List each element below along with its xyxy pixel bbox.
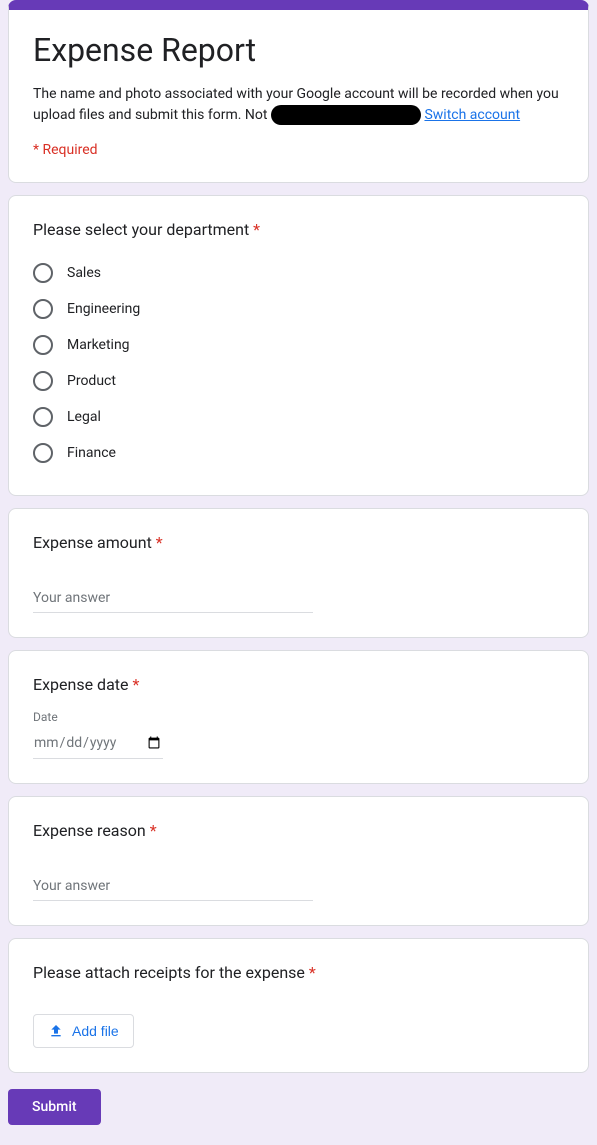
radio-icon: [33, 407, 53, 427]
radio-option-marketing[interactable]: Marketing: [33, 327, 564, 363]
radio-option-legal[interactable]: Legal: [33, 399, 564, 435]
radio-label: Product: [67, 373, 116, 389]
receipts-question-card: Please attach receipts for the expense *…: [8, 938, 589, 1073]
date-label-text: Expense date: [33, 675, 129, 694]
radio-icon: [33, 299, 53, 319]
add-file-label: Add file: [72, 1023, 119, 1039]
date-question-card: Expense date * Date: [8, 650, 589, 784]
radio-option-sales[interactable]: Sales: [33, 255, 564, 291]
redacted-email: [271, 105, 421, 125]
radio-label: Legal: [67, 409, 101, 425]
reason-label-text: Expense reason: [33, 821, 146, 840]
required-star: *: [156, 533, 163, 552]
radio-icon: [33, 263, 53, 283]
radio-option-engineering[interactable]: Engineering: [33, 291, 564, 327]
department-question-card: Please select your department * Sales En…: [8, 195, 589, 496]
department-options: Sales Engineering Marketing Product Lega…: [33, 255, 564, 471]
radio-label: Marketing: [67, 337, 130, 353]
receipts-label: Please attach receipts for the expense *: [33, 963, 564, 982]
required-star: *: [253, 220, 260, 239]
required-note: * Required: [33, 142, 564, 158]
required-star: *: [150, 821, 157, 840]
radio-label: Engineering: [67, 301, 140, 317]
upload-icon: [48, 1023, 64, 1039]
amount-input[interactable]: [33, 584, 313, 613]
required-star: *: [309, 963, 316, 982]
amount-label-text: Expense amount: [33, 533, 152, 552]
radio-option-finance[interactable]: Finance: [33, 435, 564, 471]
reason-label: Expense reason *: [33, 821, 564, 840]
department-label-text: Please select your department: [33, 220, 249, 239]
amount-question-card: Expense amount *: [8, 508, 589, 638]
radio-icon: [33, 335, 53, 355]
switch-account-link[interactable]: Switch account: [424, 107, 520, 123]
reason-input[interactable]: [33, 872, 313, 901]
form-title: Expense Report: [33, 30, 564, 72]
date-sublabel: Date: [33, 710, 564, 724]
radio-label: Finance: [67, 445, 116, 461]
date-label: Expense date *: [33, 675, 564, 694]
form-header-card: Expense Report The name and photo associ…: [8, 0, 589, 183]
add-file-button[interactable]: Add file: [33, 1014, 134, 1048]
department-label: Please select your department *: [33, 220, 564, 239]
radio-option-product[interactable]: Product: [33, 363, 564, 399]
amount-label: Expense amount *: [33, 533, 564, 552]
form-description: The name and photo associated with your …: [33, 84, 564, 126]
reason-question-card: Expense reason *: [8, 796, 589, 926]
receipts-label-text: Please attach receipts for the expense: [33, 963, 305, 982]
required-star: *: [132, 675, 139, 694]
radio-icon: [33, 443, 53, 463]
date-input[interactable]: [33, 728, 163, 759]
radio-label: Sales: [67, 265, 101, 281]
submit-button[interactable]: Submit: [8, 1089, 101, 1125]
radio-icon: [33, 371, 53, 391]
